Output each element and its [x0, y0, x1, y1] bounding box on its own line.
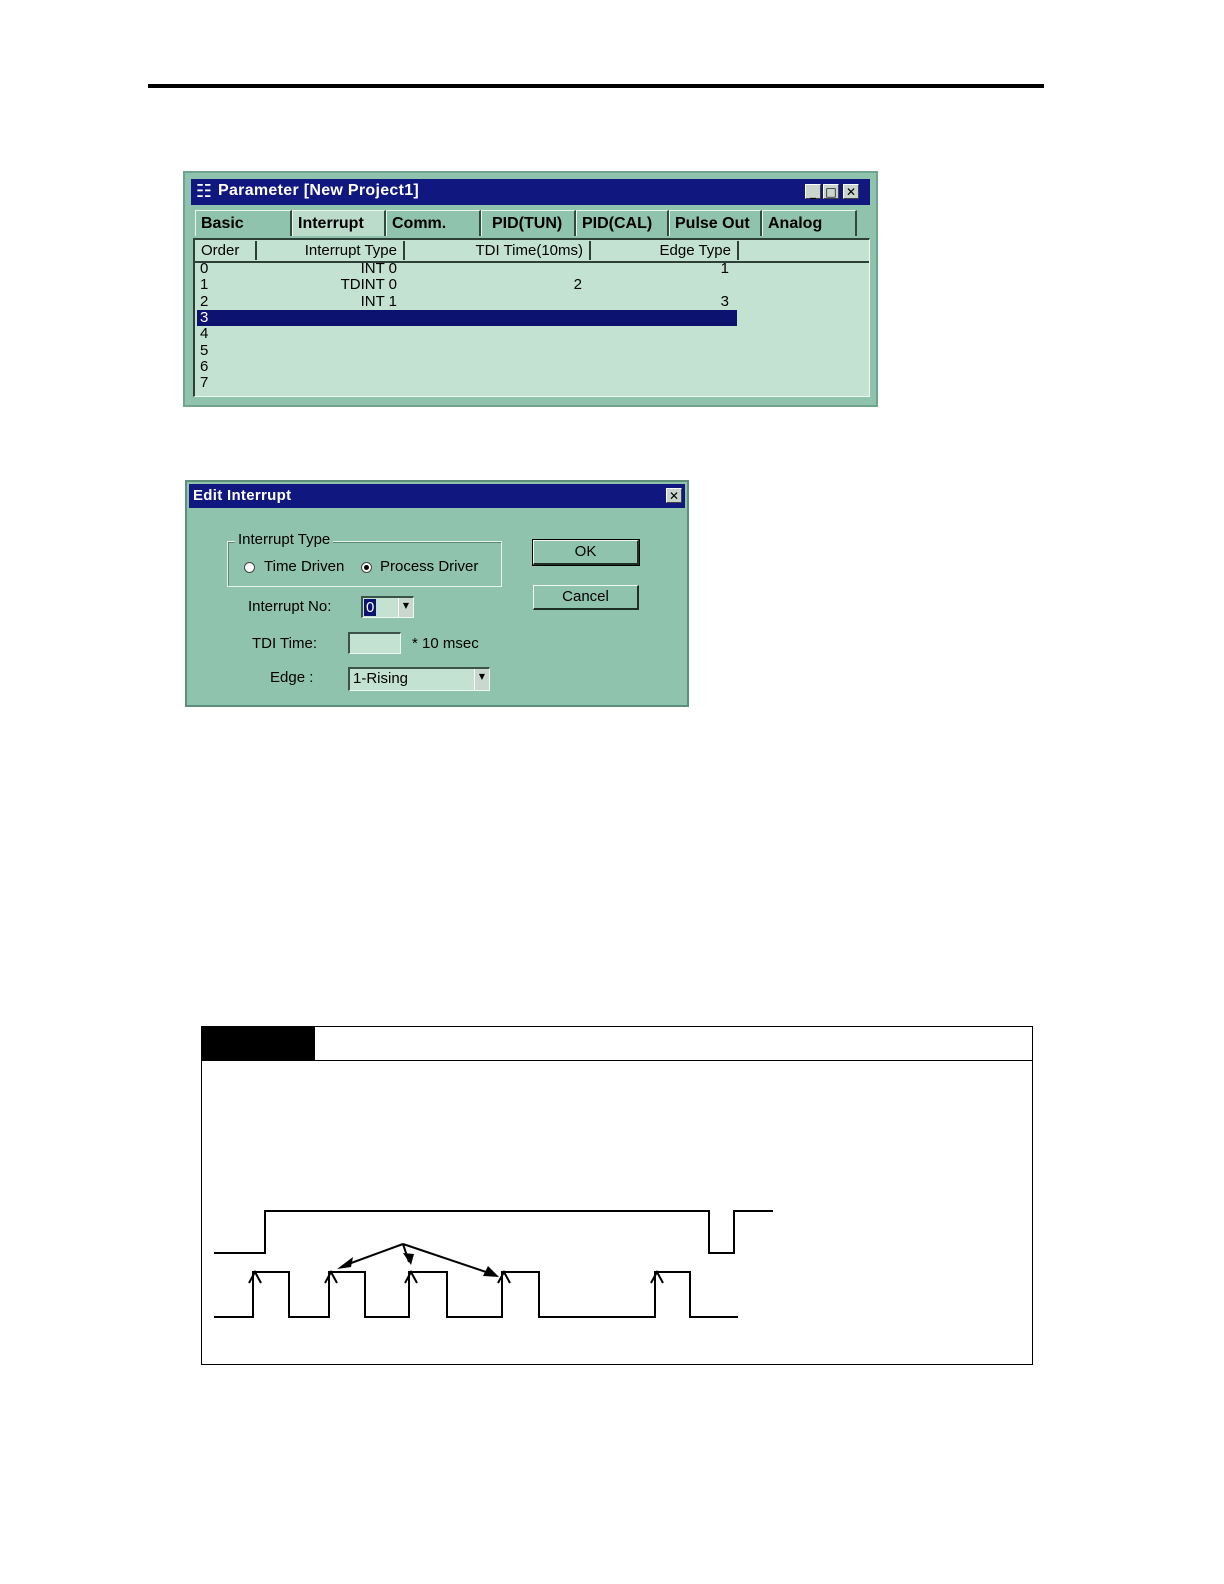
cell-tdi-time: 2 — [573, 276, 582, 294]
table-row[interactable]: 6 — [197, 357, 737, 375]
interrupt-pulse-waveform — [214, 1271, 738, 1318]
column-tdi-time[interactable]: TDI Time(10ms) — [405, 241, 591, 260]
window-title: Parameter [New Project1] — [218, 182, 420, 199]
tdi-unit-label: * 10 msec — [412, 635, 479, 652]
table-row[interactable]: 2 INT 1 3 — [197, 292, 737, 310]
rising-edge-arrows — [248, 1269, 664, 1284]
radio-checked-dot — [364, 565, 369, 570]
tab-pid-tun[interactable]: PID(TUN) — [481, 210, 576, 236]
time-driven-radio[interactable] — [244, 562, 255, 573]
enable-signal-waveform — [214, 1210, 773, 1254]
table-row[interactable]: 4 — [197, 326, 737, 342]
column-order[interactable]: Order — [195, 241, 257, 260]
edge-arrow-line — [402, 1243, 493, 1275]
table-row[interactable]: 0 INT 0 1 — [197, 261, 737, 277]
chevron-down-icon[interactable]: ▼ — [398, 598, 413, 617]
tdi-time-label: TDI Time: — [252, 635, 318, 652]
table-row[interactable]: 7 — [197, 375, 737, 391]
ok-button[interactable]: OK — [532, 539, 640, 566]
cell-order: 1 — [200, 276, 209, 294]
arrowhead-icon — [483, 1266, 499, 1277]
tdi-time-input[interactable] — [348, 632, 401, 654]
column-edge-type[interactable]: Edge Type — [591, 241, 739, 260]
table-row[interactable]: 5 — [197, 341, 737, 359]
process-driver-radio[interactable] — [361, 562, 372, 573]
edit-interrupt-dialog: Edit Interrupt ✕ Interrupt Type Time Dri… — [185, 480, 689, 707]
cell-edge-type: 1 — [720, 260, 729, 277]
tab-comm[interactable]: Comm. — [386, 210, 481, 236]
interrupt-no-combo[interactable]: 0 ▼ — [361, 596, 414, 618]
tab-interrupt[interactable]: Interrupt — [292, 210, 386, 236]
maximize-icon[interactable]: □ — [823, 184, 839, 199]
dialog-titlebar[interactable]: Edit Interrupt ✕ — [189, 484, 685, 508]
cell-order: 0 — [200, 260, 209, 277]
tab-pid-cal[interactable]: PID(CAL) — [576, 210, 669, 236]
edge-combo[interactable]: 1-Rising ▼ — [348, 667, 490, 691]
arrowhead-icon — [337, 1257, 353, 1269]
tab-pulse-out[interactable]: Pulse Out — [669, 210, 762, 236]
parameter-window: ☷ Parameter [New Project1] _ □ ✕ Basic I… — [183, 171, 878, 407]
cell-order: 5 — [200, 341, 209, 359]
cell-interrupt-type: TDINT 0 — [340, 276, 397, 294]
interrupt-no-value: 0 — [364, 599, 377, 616]
interrupt-no-label: Interrupt No: — [248, 598, 332, 615]
interrupt-table: Order Interrupt Type TDI Time(10ms) Edge… — [193, 238, 870, 397]
chevron-down-icon[interactable]: ▼ — [474, 669, 489, 690]
edge-value: 1-Rising — [353, 670, 409, 687]
time-driven-label[interactable]: Time Driven — [264, 558, 344, 575]
timing-diagram — [214, 1210, 773, 1318]
minimize-icon[interactable]: _ — [805, 184, 821, 199]
table-row[interactable]: 1 TDINT 0 2 — [197, 277, 737, 293]
cell-order: 6 — [200, 357, 209, 375]
cell-edge-type: 3 — [720, 292, 729, 310]
cell-order: 7 — [200, 374, 209, 392]
note-box — [201, 1026, 1033, 1365]
process-driver-label[interactable]: Process Driver — [380, 558, 478, 575]
table-row[interactable]: 3 — [197, 308, 737, 326]
close-icon[interactable]: ✕ — [843, 184, 859, 199]
cell-interrupt-type: INT 1 — [360, 292, 397, 310]
cell-order: 4 — [200, 325, 209, 343]
cancel-button[interactable]: Cancel — [533, 585, 639, 610]
close-icon[interactable]: ✕ — [666, 488, 682, 503]
tab-analog[interactable]: Analog — [762, 210, 857, 236]
column-interrupt-type[interactable]: Interrupt Type — [257, 241, 405, 260]
cell-interrupt-type: INT 0 — [360, 260, 397, 277]
cell-order: 3 — [200, 308, 209, 326]
cell-order: 2 — [200, 292, 209, 310]
tab-basic[interactable]: Basic — [195, 210, 292, 236]
app-grid-icon: ☷ — [195, 181, 213, 202]
parameter-titlebar[interactable]: ☷ Parameter [New Project1] _ □ ✕ — [191, 179, 870, 205]
header-rule — [148, 84, 1044, 88]
table-header: Order Interrupt Type TDI Time(10ms) Edge… — [195, 240, 869, 263]
edge-label: Edge : — [270, 669, 314, 686]
edge-arrow-line — [342, 1243, 404, 1267]
arrowhead-icon — [403, 1253, 414, 1265]
dialog-title: Edit Interrupt — [193, 487, 292, 504]
interrupt-type-group-label: Interrupt Type — [235, 531, 334, 548]
